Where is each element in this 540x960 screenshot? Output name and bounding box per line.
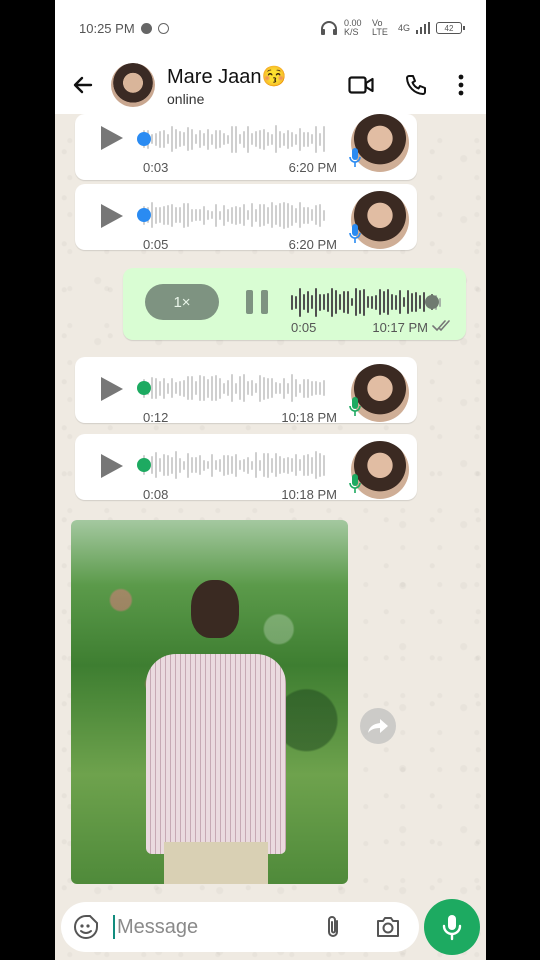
video-call-icon[interactable]: [348, 75, 374, 95]
messenger-notification-icon: [140, 22, 152, 34]
contact-status: online: [167, 90, 205, 107]
voice-duration: 0:08: [143, 487, 169, 502]
back-button[interactable]: [55, 56, 111, 114]
photo: [71, 520, 348, 884]
status-time: 10:25 PM: [79, 20, 135, 36]
arrow-left-icon: [73, 76, 93, 94]
chat-header: Mare Jaan😚 online: [55, 56, 486, 114]
message-time: 6:20 PM: [288, 160, 337, 175]
network-type: Vo LTE: [371, 18, 388, 37]
waveform[interactable]: [143, 373, 335, 403]
waveform[interactable]: [143, 124, 335, 154]
person-figure: [146, 580, 286, 884]
message-input[interactable]: Message: [113, 915, 323, 939]
voice-message: 0:12 10:18 PM: [75, 357, 417, 425]
forward-icon: [368, 719, 388, 733]
message-time: 10:18 PM: [281, 487, 337, 502]
signal-label: 4G: [397, 23, 410, 33]
sticker-icon[interactable]: [73, 914, 99, 940]
battery-icon: 42: [436, 22, 465, 34]
contact-avatar[interactable]: [111, 63, 155, 107]
play-button[interactable]: [101, 454, 123, 478]
voice-message: 0:08 10:18 PM: [75, 434, 417, 502]
voice-duration: 0:12: [143, 410, 169, 425]
attach-icon[interactable]: [323, 914, 343, 940]
more-options-icon[interactable]: [458, 74, 464, 96]
camera-icon[interactable]: [375, 916, 401, 938]
pause-button[interactable]: [246, 290, 268, 314]
mic-icon: [349, 148, 361, 167]
chat-screen: 10:25 PM 0.00 K/S Vo LTE 4G 42 Mare Jaan…: [55, 0, 486, 960]
waveform[interactable]: [291, 286, 443, 318]
mic-icon: [349, 224, 361, 243]
headphones-icon: [320, 21, 337, 35]
play-button[interactable]: [101, 377, 123, 401]
playback-position-dot[interactable]: [137, 132, 151, 146]
phone-call-icon[interactable]: [404, 73, 428, 97]
message-time: 10:18 PM: [281, 410, 337, 425]
network-speed: 0.00 K/S: [343, 18, 362, 37]
voice-duration: 0:05: [143, 237, 169, 252]
record-voice-button[interactable]: [424, 899, 480, 955]
voice-duration: 0:05: [291, 320, 317, 335]
message-time: 6:20 PM: [288, 237, 337, 252]
message-time: 10:17 PM: [372, 320, 428, 335]
mic-icon: [349, 474, 361, 493]
playback-position-dot[interactable]: [137, 458, 151, 472]
voice-message: 0:05 6:20 PM: [75, 184, 417, 252]
play-button[interactable]: [101, 126, 123, 150]
signal-icon: [416, 22, 430, 34]
play-button[interactable]: [101, 204, 123, 228]
contact-name: Mare Jaan😚: [167, 65, 287, 88]
waveform[interactable]: [143, 200, 335, 230]
contact-info[interactable]: Mare Jaan😚 online: [167, 64, 286, 107]
playback-position-dot[interactable]: [425, 295, 439, 309]
voice-message: 0:03 6:20 PM: [75, 114, 417, 180]
whatsapp-notification-icon: [157, 22, 169, 34]
playback-position-dot[interactable]: [137, 208, 151, 222]
waveform[interactable]: [143, 450, 335, 480]
read-receipt-icon: [432, 320, 450, 332]
playback-position-dot[interactable]: [137, 381, 151, 395]
status-bar: 10:25 PM 0.00 K/S Vo LTE 4G 42: [55, 0, 486, 56]
voice-duration: 0:03: [143, 160, 169, 175]
voice-message-outgoing: 1× 0:05 10:17 PM: [123, 268, 466, 340]
forward-button[interactable]: [360, 708, 396, 744]
message-composer: Message: [61, 902, 419, 952]
mic-icon: [349, 397, 361, 416]
playback-speed-button[interactable]: 1×: [145, 284, 219, 320]
image-message[interactable]: [71, 520, 348, 884]
microphone-icon: [442, 915, 462, 941]
